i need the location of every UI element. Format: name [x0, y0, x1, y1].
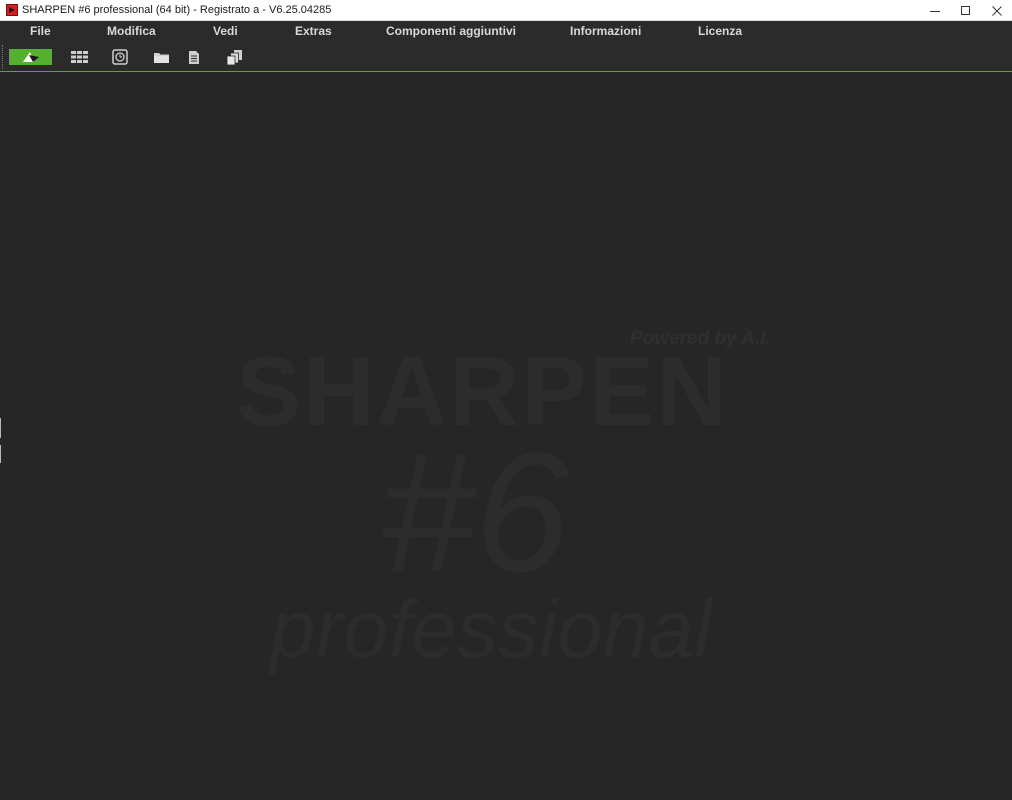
- sharpen-logo-icon: [22, 52, 39, 62]
- menu-vedi[interactable]: Vedi: [213, 21, 238, 41]
- toolbar: [0, 41, 1012, 72]
- maximize-button[interactable]: [950, 0, 981, 21]
- minimize-button[interactable]: [919, 0, 950, 21]
- menu-extras[interactable]: Extras: [295, 21, 332, 41]
- toolbar-grip[interactable]: [2, 45, 4, 69]
- maximize-icon: [960, 5, 970, 15]
- history-button[interactable]: [110, 46, 130, 68]
- document-button[interactable]: [185, 46, 203, 68]
- menu-informazioni[interactable]: Informazioni: [570, 21, 641, 41]
- folder-icon: [153, 52, 169, 63]
- menu-componenti-aggiuntivi[interactable]: Componenti aggiuntivi: [386, 21, 516, 41]
- watermark-number: #6: [380, 418, 570, 608]
- minimize-icon: [929, 10, 940, 12]
- title-bar: SHARPEN #6 professional (64 bit) - Regis…: [0, 0, 1012, 21]
- copies-button[interactable]: [224, 46, 246, 68]
- open-folder-button[interactable]: [151, 46, 171, 68]
- left-edge-handle-lower[interactable]: [0, 445, 1, 463]
- window-controls: [919, 0, 1012, 21]
- menu-bar: File Modifica Vedi Extras Componenti agg…: [0, 21, 1012, 41]
- sharpen-app-icon[interactable]: [6, 4, 18, 16]
- copies-icon: [226, 49, 242, 65]
- sharpen-mode-button[interactable]: [9, 49, 52, 65]
- left-edge-handle[interactable]: [0, 418, 1, 438]
- menu-file[interactable]: File: [30, 21, 51, 41]
- history-icon: [112, 49, 128, 65]
- grid-view-button[interactable]: [68, 46, 90, 68]
- workspace[interactable]: Powered by A.I. SHARPEN #6 professional: [0, 73, 1012, 800]
- menu-modifica[interactable]: Modifica: [107, 21, 156, 41]
- watermark-edition: professional: [270, 584, 713, 675]
- window-title: SHARPEN #6 professional (64 bit) - Regis…: [22, 4, 332, 16]
- close-icon: [991, 5, 1002, 16]
- menu-licenza[interactable]: Licenza: [698, 21, 742, 41]
- document-icon: [189, 50, 199, 64]
- grid-view-icon: [70, 51, 88, 63]
- close-button[interactable]: [981, 0, 1012, 21]
